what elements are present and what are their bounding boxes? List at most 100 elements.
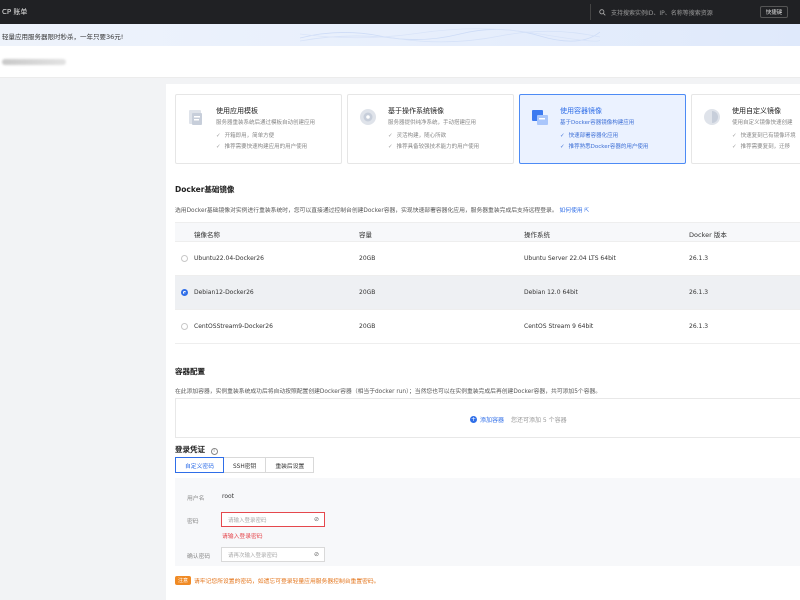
- quick-key-button[interactable]: 快捷键: [760, 6, 788, 18]
- cell-image-name: CentOSStream9-Docker26: [194, 323, 273, 330]
- eye-off-icon[interactable]: ⊘: [314, 551, 319, 558]
- card-app-template[interactable]: 使用应用模板 服务器重装系统后通过模板自动创建应用 ✓ 开箱即用，简单方便 ✓ 推荐…: [175, 94, 342, 164]
- cell-capacity: 20GB: [359, 255, 376, 262]
- password-label: 密码: [187, 519, 199, 525]
- global-search[interactable]: 支持搜索实例ID、IP、名称等搜索资源: [590, 4, 756, 20]
- card-desc: 使用自定义镜像快速创建: [732, 120, 793, 126]
- container-list-box: + 添加容器 您还可添加 5 个容器: [175, 398, 800, 438]
- row-radio[interactable]: [181, 323, 188, 330]
- card-feature: ✓ 开箱即用，简单方便: [216, 133, 275, 139]
- brand-text[interactable]: CP 账单: [2, 7, 27, 17]
- reinstall-panel: 使用应用模板 服务器重装系统后通过模板自动创建应用 ✓ 开箱即用，简单方便 ✓ 推荐…: [166, 84, 800, 600]
- card-desc: 服务器提供纯净系统，手动搭建应用: [388, 120, 477, 126]
- custom-image-icon: [704, 109, 720, 125]
- check-icon: ✓: [732, 144, 737, 150]
- warning-text: 请牢记您所设置的密码，如遗忘可登录轻量应用服务器控制台重置密码。: [194, 579, 380, 585]
- username-label: 用户名: [187, 496, 205, 502]
- card-feature: ✓ 推荐具备较强技术能力的用户使用: [388, 144, 480, 150]
- col-image-name: 镜像名称: [194, 231, 220, 239]
- container-image-icon: [532, 110, 548, 125]
- password-warning: 注意 请牢记您所设置的密码，如遗忘可登录轻量应用服务器控制台重置密码。: [175, 576, 380, 585]
- table-row[interactable]: CentOSStream9-Docker26 20GB CentOS Strea…: [175, 310, 800, 344]
- row-radio[interactable]: [181, 255, 188, 262]
- cell-capacity: 20GB: [359, 289, 376, 296]
- docker-image-table: 镜像名称 容量 操作系统 Docker 版本 Ubuntu22.04-Docke…: [175, 222, 800, 344]
- cell-image-name: Ubuntu22.04-Docker26: [194, 255, 264, 262]
- docker-section-title: Docker基础镜像: [175, 185, 235, 194]
- how-to-use-link[interactable]: 如何使用 ⇱: [559, 208, 589, 214]
- container-section-desc: 在此添加容器，实例重装系统成功后将自动按照配置创建Docker容器（相当于doc…: [175, 389, 602, 395]
- promo-banner[interactable]: 轻量应用服务器限时秒杀，一年只要36元!: [0, 24, 800, 46]
- password-field[interactable]: 请输入登录密码 ⊘: [221, 512, 325, 527]
- table-header: 镜像名称 容量 操作系统 Docker 版本: [175, 222, 800, 242]
- external-link-icon: ⇱: [584, 208, 590, 214]
- card-title: 使用容器镜像: [560, 107, 602, 115]
- cell-os: Debian 12.0 64bit: [524, 289, 578, 296]
- cell-os: Ubuntu Server 22.04 LTS 64bit: [524, 255, 616, 262]
- add-container-label: 添加容器: [480, 417, 505, 424]
- cell-image-name: Debian12-Docker26: [194, 289, 254, 296]
- card-custom-image[interactable]: 使用自定义镜像 使用自定义镜像快速创建 ✓ 快速复刻已有镜像环境 ✓ 推荐需要复刻，…: [691, 94, 800, 164]
- warning-tag: 注意: [175, 576, 192, 585]
- card-os-image[interactable]: 基于操作系统镜像 服务器提供纯净系统，手动搭建应用 ✓ 灵活构建，随心所欲 ✓ 推荐…: [347, 94, 514, 164]
- container-section-title: 容器配置: [175, 367, 205, 376]
- check-icon: ✓: [388, 133, 393, 139]
- breadcrumb: [0, 46, 800, 78]
- search-placeholder: 支持搜索实例ID、IP、名称等搜索资源: [611, 9, 713, 17]
- card-title: 使用自定义镜像: [732, 107, 781, 115]
- promo-text: 轻量应用服务器限时秒杀，一年只要36元!: [2, 33, 124, 41]
- cell-version: 26.1.3: [689, 323, 709, 330]
- card-title: 使用应用模板: [216, 107, 258, 115]
- card-feature: ✓ 推荐需要快速构建应用的用户使用: [216, 144, 308, 150]
- card-container-image[interactable]: 使用容器镜像 基于Docker容器镜像构建应用 ✓ 快速部署容器化应用 ✓ 推荐熟悉…: [519, 94, 686, 164]
- card-feature: ✓ 快速复刻已有镜像环境: [732, 133, 796, 139]
- confirm-password-label: 确认密码: [187, 554, 211, 560]
- card-feature: ✓ 快速部署容器化应用: [560, 133, 619, 139]
- username-value: root: [222, 493, 235, 500]
- check-icon: ✓: [216, 133, 221, 139]
- login-form: 用户名 root 密码 请输入登录密码 ⊘ 请输入登录密码 确认密码 请再次输入…: [175, 478, 800, 566]
- check-icon: ✓: [732, 133, 737, 139]
- col-os: 操作系统: [524, 231, 550, 239]
- login-section-title: 登录凭证 i: [175, 444, 218, 455]
- cell-capacity: 20GB: [359, 323, 376, 330]
- confirm-password-field[interactable]: 请再次输入登录密码 ⊘: [221, 547, 325, 562]
- confirm-password-placeholder: 请再次输入登录密码: [228, 552, 278, 559]
- add-container-hint: 您还可添加 5 个容器: [511, 417, 567, 424]
- col-docker-version: Docker 版本: [689, 231, 727, 239]
- table-row[interactable]: Ubuntu22.04-Docker26 20GB Ubuntu Server …: [175, 242, 800, 276]
- cell-version: 26.1.3: [689, 255, 709, 262]
- plus-icon: +: [470, 416, 477, 423]
- card-desc: 服务器重装系统后通过模板自动创建应用: [216, 120, 316, 126]
- os-image-icon: [360, 109, 376, 125]
- tab-ssh-key[interactable]: SSH密钥: [223, 457, 267, 473]
- password-placeholder: 请输入登录密码: [228, 517, 267, 524]
- top-navbar: CP 账单 支持搜索实例ID、IP、名称等搜索资源 快捷键: [0, 0, 800, 24]
- eye-off-icon[interactable]: ⊘: [314, 516, 319, 523]
- cell-os: CentOS Stream 9 64bit: [524, 323, 594, 330]
- table-row[interactable]: Debian12-Docker26 20GB Debian 12.0 64bit…: [175, 276, 800, 310]
- add-container-button[interactable]: + 添加容器 您还可添加 5 个容器: [470, 415, 567, 424]
- login-tabs: 自定义密码 SSH密钥 重装后设置: [175, 457, 315, 473]
- check-icon: ✓: [388, 144, 393, 150]
- col-capacity: 容量: [359, 231, 372, 239]
- card-title: 基于操作系统镜像: [388, 107, 444, 115]
- info-icon[interactable]: i: [210, 448, 218, 455]
- promo-wave-decoration: [300, 28, 600, 43]
- card-feature: ✓ 推荐需要复刻，迁移: [732, 144, 791, 150]
- cell-version: 26.1.3: [689, 289, 709, 296]
- blurred-instance-name: [2, 59, 66, 65]
- card-feature: ✓ 推荐熟悉Docker容器的用户使用: [560, 144, 649, 150]
- check-icon: ✓: [216, 144, 221, 150]
- app-template-icon: [189, 110, 202, 125]
- password-error: 请输入登录密码: [222, 534, 263, 540]
- card-desc: 基于Docker容器镜像构建应用: [560, 120, 635, 126]
- check-icon: ✓: [560, 133, 565, 139]
- check-icon: ✓: [560, 144, 565, 150]
- search-icon: [599, 8, 606, 16]
- tab-custom-password[interactable]: 自定义密码: [175, 457, 224, 473]
- tab-set-after-reinstall[interactable]: 重装后设置: [265, 457, 315, 473]
- row-radio[interactable]: [181, 289, 188, 296]
- docker-section-desc: 选用Docker基础镜像对实例进行重装系统时，您可以直接通过控制台创建Docke…: [175, 208, 590, 214]
- card-feature: ✓ 灵活构建，随心所欲: [388, 133, 447, 139]
